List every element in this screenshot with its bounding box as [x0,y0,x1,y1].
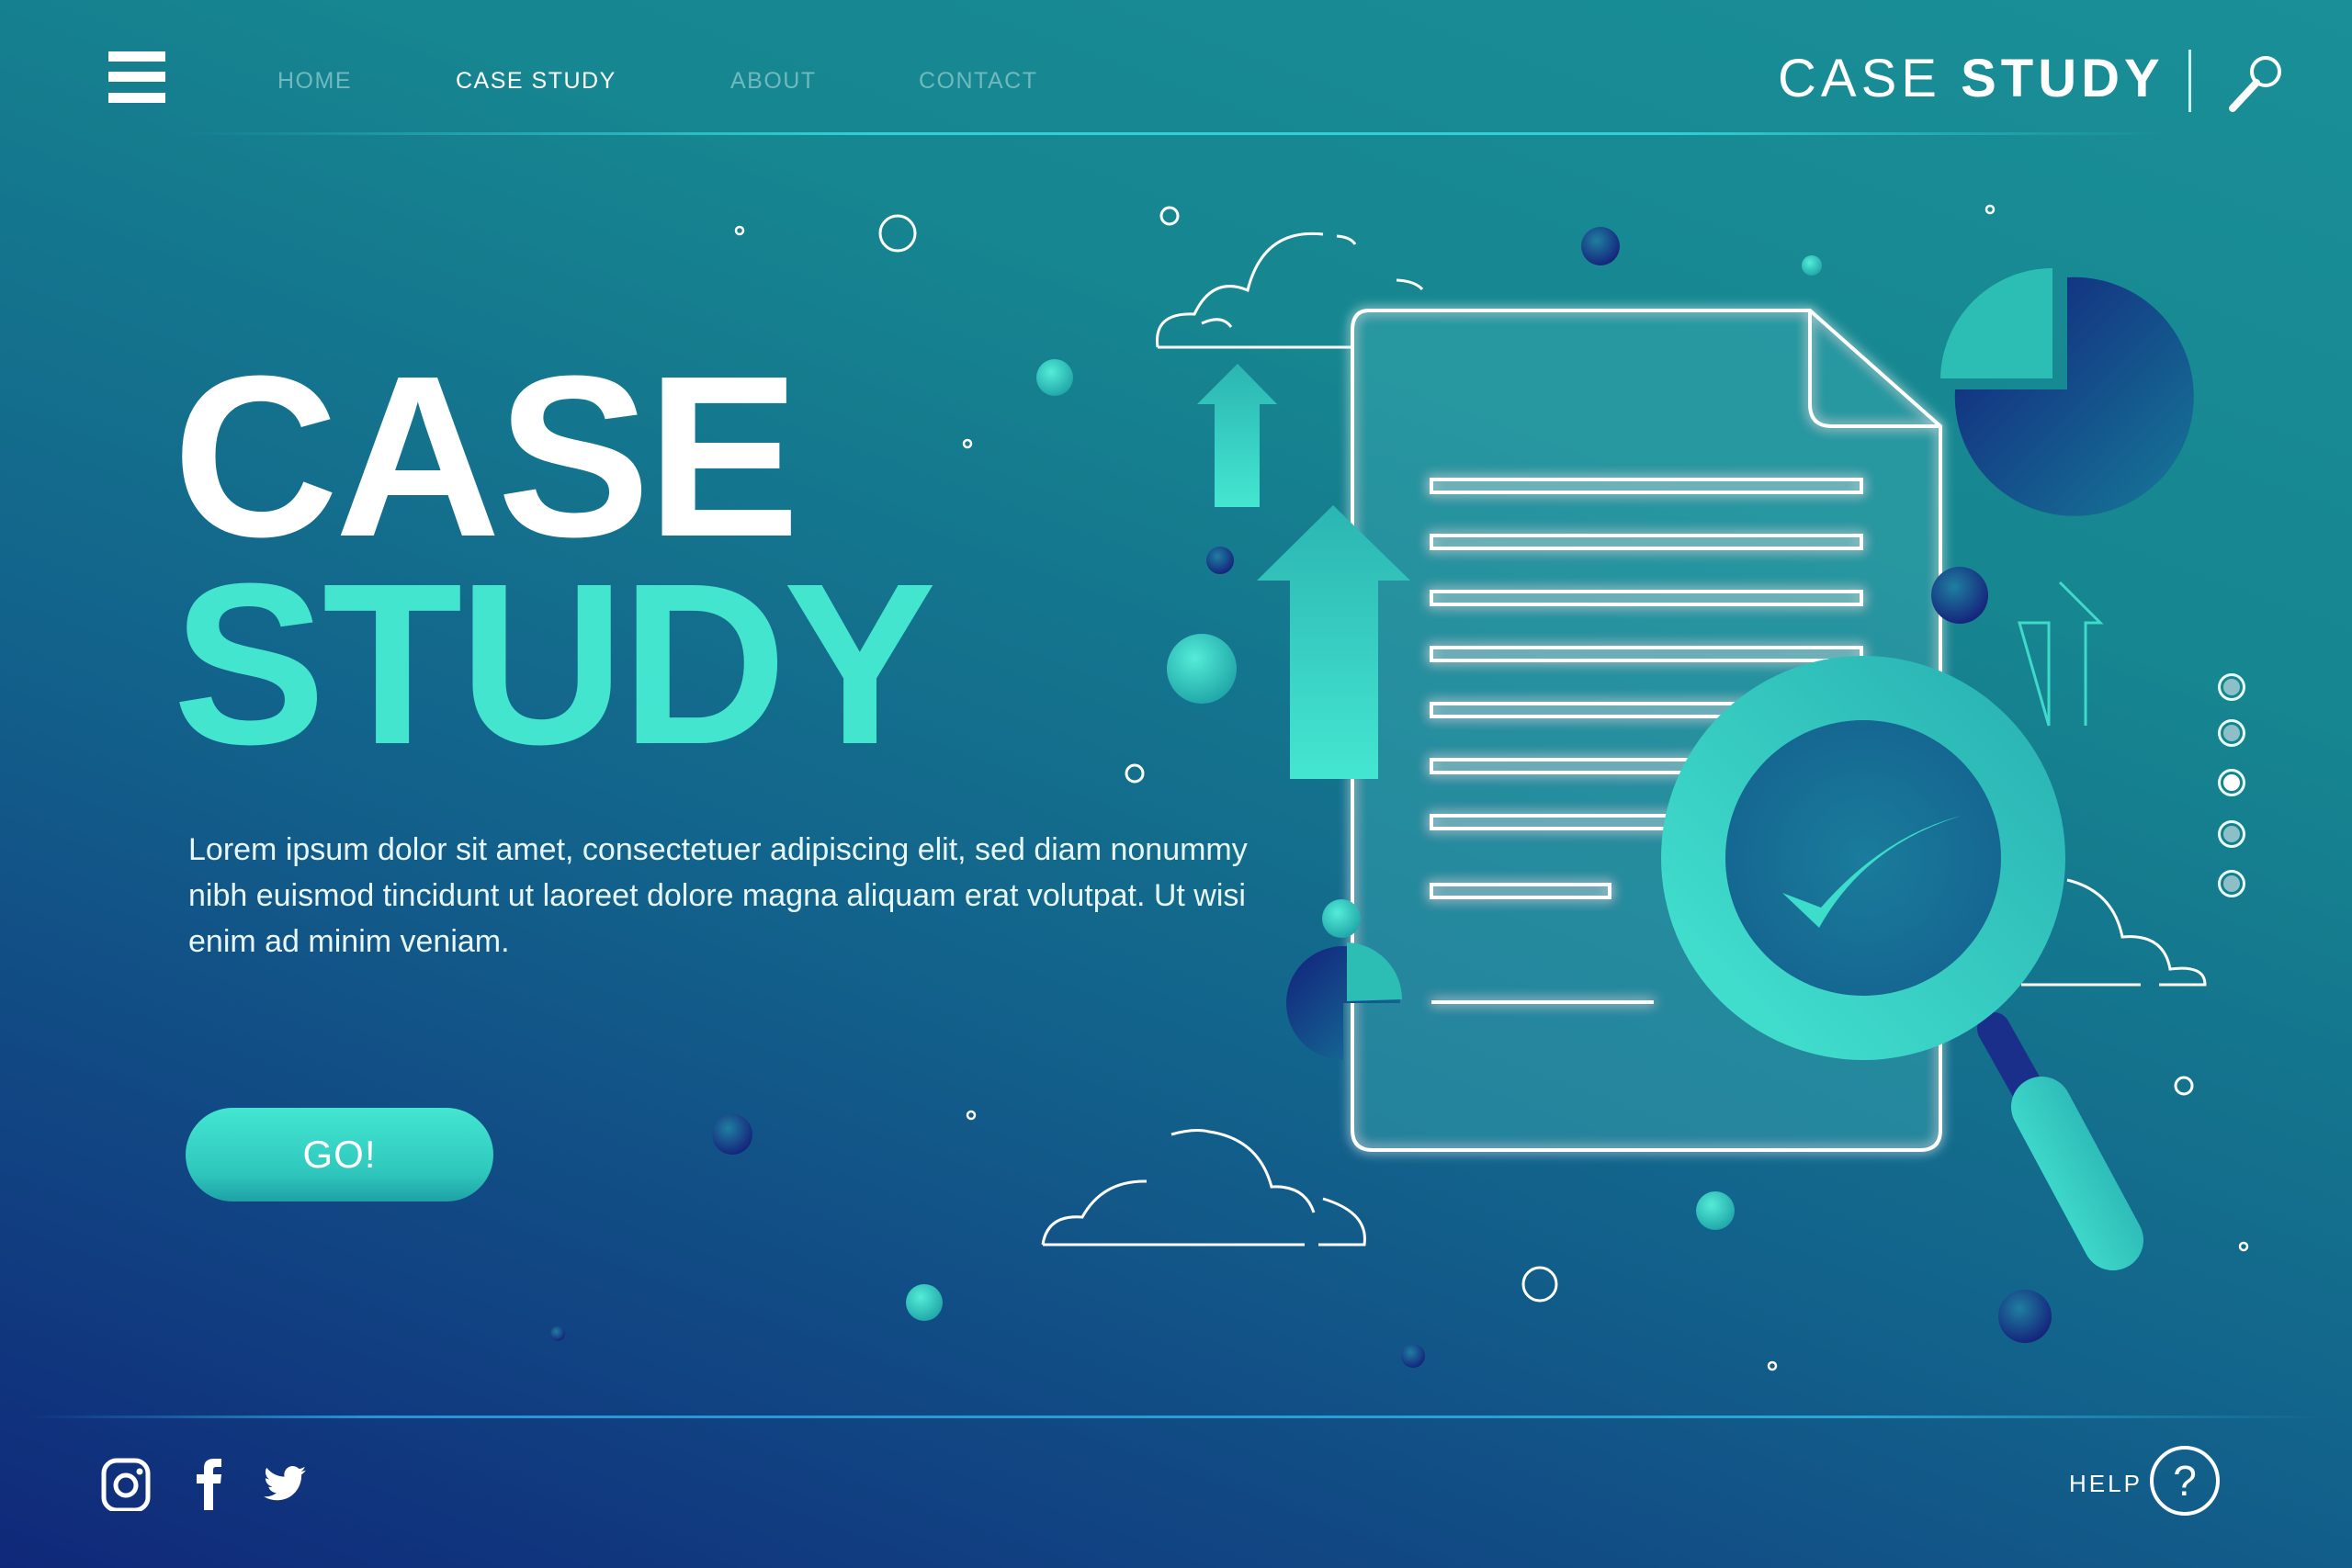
brand-light: CASE [1778,49,1941,108]
nav-about[interactable]: ABOUT [730,68,817,95]
twitter-link[interactable] [262,1456,317,1511]
hamburger-bar [108,72,165,82]
help-label: HELP [2069,1470,2143,1497]
footer-divider [28,1416,2324,1418]
document-icon [1351,309,1942,1152]
brand-bold: STUDY [1961,49,2165,108]
pie-chart-icon-large [1940,268,2194,516]
pagination-dot-4[interactable] [2218,820,2245,848]
hamburger-bar [108,93,165,103]
search-button[interactable] [2223,51,2288,116]
facebook-link[interactable] [191,1456,246,1511]
growth-arrow-outline [2018,581,2104,727]
magnifier-icon [2229,56,2281,112]
brand-logo: CASE STUDY [1778,48,2165,109]
dot-fill [2223,826,2240,842]
pagination-dot-2[interactable] [2218,719,2245,747]
pagination-dot-3[interactable] [2218,769,2245,796]
nav-case-study[interactable]: CASE STUDY [456,68,616,95]
dot-fill [2223,679,2240,695]
pagination-dot-1[interactable] [2218,673,2245,701]
nav-home[interactable]: HOME [277,68,352,95]
brand-divider [2188,50,2191,112]
question-mark-icon: ? [2173,1457,2197,1505]
facebook-icon [197,1459,221,1510]
instagram-icon [101,1458,151,1513]
hamburger-menu-button[interactable] [108,51,165,103]
dot-fill [2223,725,2240,741]
header-divider [175,132,2168,135]
cloud-outlines [1041,231,2207,1247]
pagination-dot-5[interactable] [2218,870,2245,897]
go-button[interactable]: GO! [186,1108,493,1201]
hero-title-line2: STUDY [173,536,936,792]
hero-description: Lorem ipsum dolor sit amet, consectetuer… [188,832,1248,959]
twitter-icon [264,1466,306,1501]
help-button[interactable]: ? [2150,1446,2220,1516]
pie-chart-icon-small [1286,942,1402,1060]
dot-fill [2223,875,2240,892]
decorative-rings [734,204,2249,1371]
hamburger-menu-icon [108,51,165,62]
instagram-link[interactable] [99,1456,154,1513]
growth-arrow-large [1257,505,1410,779]
dot-fill [2223,774,2240,791]
growth-arrow-small [1197,364,1277,507]
nav-contact[interactable]: CONTACT [919,68,1037,95]
checkmark-icon [1782,816,1962,928]
magnifier-illustration [1661,656,2143,1270]
